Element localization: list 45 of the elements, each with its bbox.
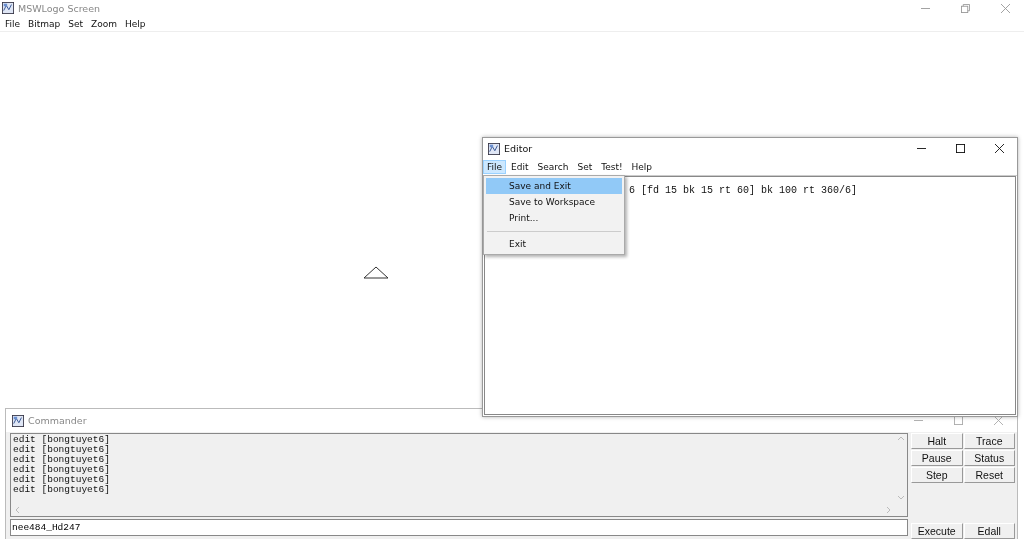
command-button[interactable]: Reset bbox=[963, 467, 1015, 483]
code-line: 6 [fd 15 bk 15 rt 60] bk 100 rt 360/6] bbox=[629, 185, 858, 196]
menu-option[interactable]: Save and Exit bbox=[486, 178, 622, 194]
output-line: edit [bongtuyet6] bbox=[13, 445, 110, 455]
output-line: edit [bongtuyet6] bbox=[13, 455, 110, 465]
menu-item[interactable]: Zoom bbox=[91, 18, 117, 29]
menu-item[interactable]: File bbox=[483, 160, 507, 174]
menu-item[interactable]: Set bbox=[573, 160, 597, 174]
menu-item[interactable]: Help bbox=[627, 160, 657, 174]
app-icon bbox=[12, 414, 24, 427]
maximize-icon[interactable] bbox=[956, 144, 965, 153]
command-button[interactable]: Trace bbox=[963, 433, 1015, 449]
scroll-up-icon[interactable] bbox=[897, 436, 905, 441]
command-button[interactable]: Pause bbox=[911, 450, 963, 466]
window-title: Editor bbox=[504, 143, 533, 154]
menu-item[interactable]: Help bbox=[125, 18, 146, 29]
close-icon[interactable] bbox=[995, 144, 1004, 153]
menu-option[interactable]: Print... bbox=[486, 210, 622, 226]
restore-icon[interactable] bbox=[961, 3, 970, 13]
output-line: edit [bongtuyet6] bbox=[13, 465, 110, 475]
menu-option[interactable]: Save to Workspace bbox=[486, 194, 622, 210]
scroll-left-icon[interactable] bbox=[15, 506, 20, 514]
command-button[interactable]: Status bbox=[963, 450, 1015, 466]
command-button[interactable]: Step bbox=[911, 467, 963, 483]
menu-item[interactable]: Edit bbox=[507, 160, 533, 174]
command-input[interactable]: nee484_Hd247 bbox=[10, 519, 908, 536]
app-icon bbox=[488, 142, 500, 155]
output-line: edit [bongtuyet6] bbox=[13, 485, 110, 495]
menu-item[interactable]: File bbox=[5, 18, 21, 29]
command-button[interactable]: Execute bbox=[911, 523, 963, 539]
menu-item[interactable]: Bitmap bbox=[28, 18, 61, 29]
window-title: Commander bbox=[28, 415, 87, 426]
scroll-down-icon[interactable] bbox=[897, 495, 905, 500]
menu-item[interactable]: Set bbox=[68, 18, 84, 29]
window-title: MSWLogo Screen bbox=[18, 2, 101, 14]
menu-item[interactable]: Search bbox=[533, 160, 573, 174]
output-line: edit [bongtuyet6] bbox=[13, 435, 110, 445]
command-button[interactable]: Halt bbox=[911, 433, 963, 449]
menu-item[interactable]: Test! bbox=[597, 160, 627, 174]
output-line: edit [bongtuyet6] bbox=[13, 475, 110, 485]
scroll-right-icon[interactable] bbox=[886, 506, 891, 514]
menu-option[interactable]: Exit bbox=[486, 236, 622, 252]
app-icon bbox=[2, 2, 14, 14]
command-button[interactable]: Edall bbox=[963, 523, 1015, 539]
turtle-icon bbox=[363, 266, 389, 279]
